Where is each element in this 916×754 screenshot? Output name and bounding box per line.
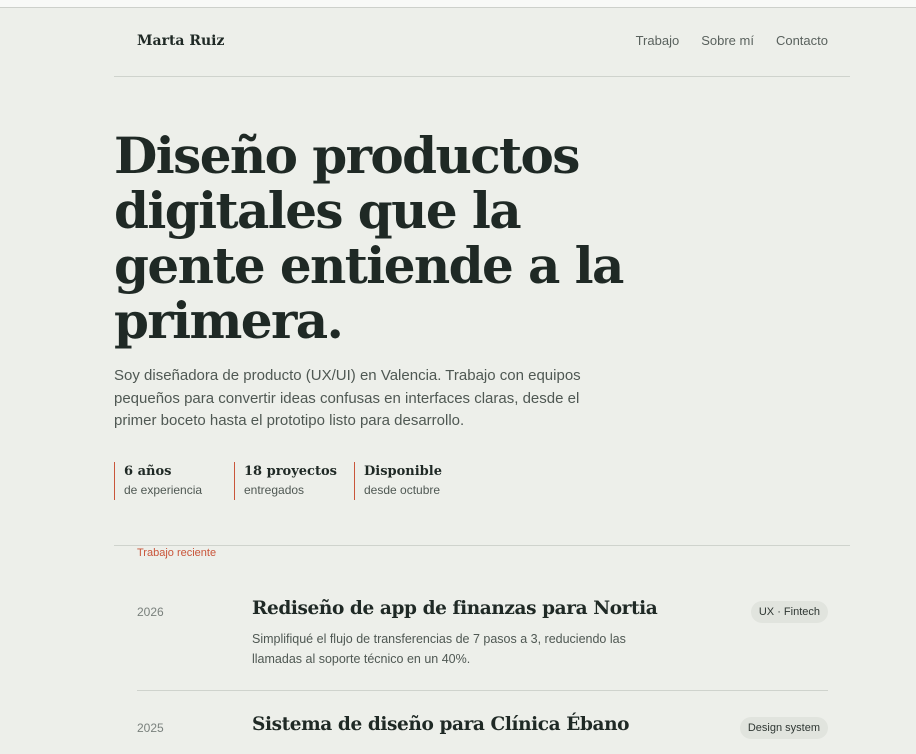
stats-row: 6 años de experiencia 18 proyectos entre… [114, 462, 474, 500]
nav-link-sobre-mi[interactable]: Sobre mí [701, 33, 754, 48]
stat-experience: 6 años de experiencia [114, 462, 234, 500]
site-header: Marta Ruiz Trabajo Sobre mí Contacto [114, 8, 850, 77]
project-description: Simplifiqué el flujo de transferencias d… [252, 632, 626, 666]
project-title[interactable]: Rediseño de app de finanzas para Nortia [252, 598, 658, 619]
project-year: 2025 [137, 721, 164, 735]
hero-subtitle: Soy diseñadora de producto (UX/UI) en Va… [114, 367, 581, 429]
project-year: 2026 [137, 605, 164, 619]
stat-value: Disponible [364, 464, 442, 479]
stat-label: de experiencia [124, 483, 203, 497]
project-item-clinica-ebano[interactable]: 2025 Sistema de diseño para Clínica Éban… [137, 714, 828, 754]
stat-label: entregados [244, 483, 305, 497]
nav-link-contacto[interactable]: Contacto [776, 33, 828, 48]
nav-link-trabajo[interactable]: Trabajo [636, 33, 680, 48]
project-tag: Design system [739, 717, 828, 739]
project-title[interactable]: Sistema de diseño para Clínica Ébano [252, 714, 630, 735]
browser-top-strip [0, 0, 916, 8]
brand-name[interactable]: Marta Ruiz [137, 33, 224, 49]
section-divider [114, 545, 850, 546]
hero-title: Diseño productos digitales que la gente … [114, 126, 624, 350]
main-nav: Trabajo Sobre mí Contacto [636, 33, 828, 48]
stat-projects: 18 proyectos entregados [234, 462, 354, 500]
project-tag: UX · Fintech [750, 601, 828, 623]
stat-label: desde octubre [364, 483, 441, 497]
section-label-recent-work: Trabajo reciente [137, 547, 217, 559]
stat-value: 6 años [124, 464, 172, 479]
stat-value: 18 proyectos [244, 464, 337, 479]
stat-availability: Disponible desde octubre [354, 462, 474, 500]
project-item-nortia[interactable]: 2026 Rediseño de app de finanzas para No… [137, 598, 828, 691]
